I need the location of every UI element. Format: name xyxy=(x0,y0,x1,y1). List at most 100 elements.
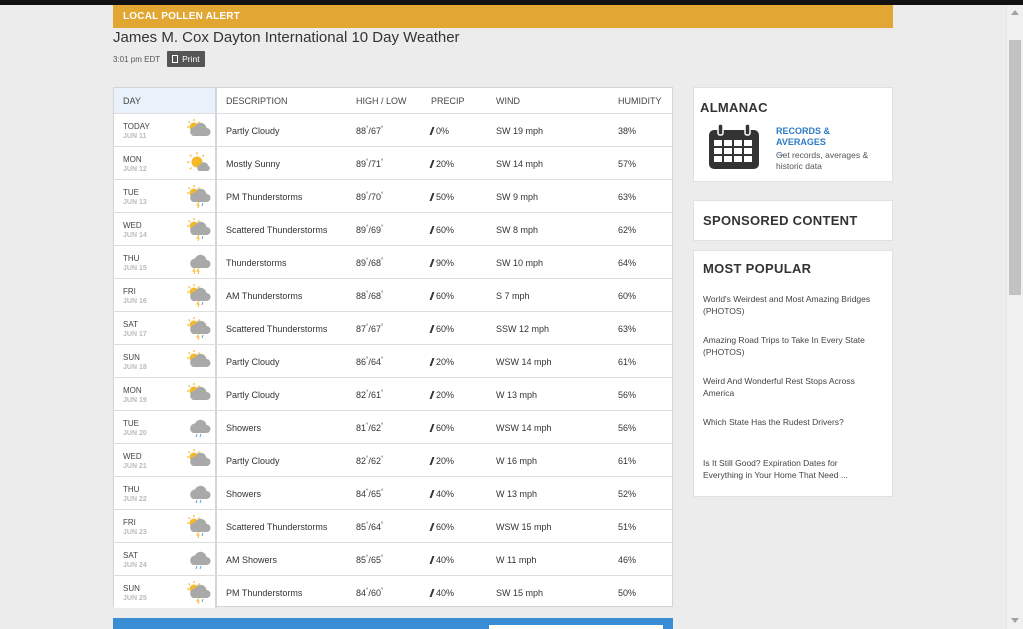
day-cell: MON JUN 19 xyxy=(114,378,217,410)
table-row[interactable]: TUE JUN 13 PM Thunderstorms 89°/70° 50% SW 9 … xyxy=(114,180,672,213)
day-cell: FRI JUN 23 xyxy=(114,510,217,542)
precip-value: 60% xyxy=(436,324,455,334)
pollen-alert-banner[interactable]: LOCAL POLLEN ALERT xyxy=(113,5,893,28)
description-cell: Partly Cloudy xyxy=(226,390,280,400)
high-temp: 84 xyxy=(356,489,367,499)
degree-mark: ° xyxy=(380,126,384,132)
table-row[interactable]: SUN JUN 25 PM Thunderstorms 84°/60° 40% SW 15… xyxy=(114,576,672,609)
bottom-banner xyxy=(113,618,673,629)
table-row[interactable]: FRI JUN 23 Scattered Thunderstorms 85°/64° 6… xyxy=(114,510,672,543)
degree-mark: ° xyxy=(366,291,369,297)
humidity-cell: 60% xyxy=(618,291,637,301)
popular-item[interactable]: Weird And Wonderful Rest Stops Across Am… xyxy=(703,375,873,399)
day-cell: WED JUN 21 xyxy=(114,444,217,476)
precip-value: 60% xyxy=(436,423,455,433)
scroll-down-arrow-icon[interactable] xyxy=(1011,618,1019,623)
wind-cell: SW 8 mph xyxy=(496,225,539,235)
table-row[interactable]: THU JUN 15 Thunderstorms 89°/68° 90% SW 10 mp… xyxy=(114,246,672,279)
low-temp: 68 xyxy=(370,291,381,301)
table-row[interactable]: SUN JUN 18 Partly Cloudy 86°/64° 20% WSW 14 m… xyxy=(114,345,672,378)
day-name: THU xyxy=(123,485,140,494)
precip-value: 40% xyxy=(436,588,455,598)
high-low-cell: 89°/71° xyxy=(356,159,384,169)
day-date: JUN 21 xyxy=(123,463,147,470)
popular-item[interactable]: Is It Still Good? Expiration Dates for E… xyxy=(703,457,873,481)
precip-value: 50% xyxy=(436,192,455,202)
table-row[interactable]: MON JUN 19 Partly Cloudy 82°/61° 20% W 13 mph… xyxy=(114,378,672,411)
table-row[interactable]: SAT JUN 17 Scattered Thunderstorms 87°/67° 6… xyxy=(114,312,672,345)
high-temp: 84 xyxy=(356,588,367,598)
high-temp: 81 xyxy=(356,423,367,433)
raindrop-icon xyxy=(429,325,435,333)
high-low-cell: 85°/65° xyxy=(356,555,384,565)
wind-cell: S 7 mph xyxy=(496,291,530,301)
wind-cell: WSW 14 mph xyxy=(496,423,552,433)
day-name: MON xyxy=(123,155,142,164)
day-date: JUN 18 xyxy=(123,364,147,371)
precip-cell: 20% xyxy=(429,456,454,466)
low-temp: 70 xyxy=(370,192,381,202)
description-cell: AM Showers xyxy=(226,555,278,565)
popular-item[interactable]: Which State Has the Rudest Drivers? xyxy=(703,416,873,428)
wind-cell: WSW 15 mph xyxy=(496,522,552,532)
wind-cell: W 13 mph xyxy=(496,390,538,400)
day-date: JUN 25 xyxy=(123,595,147,602)
table-row[interactable]: TODAY JUN 11 Partly Cloudy 88°/67° 0% SW 19 m… xyxy=(114,114,672,147)
day-name: SUN xyxy=(123,584,140,593)
description-cell: Scattered Thunderstorms xyxy=(226,324,328,334)
high-low-cell: 85°/64° xyxy=(356,522,384,532)
degree-mark: ° xyxy=(366,588,369,594)
low-temp: 62 xyxy=(370,456,381,466)
day-cell: SUN JUN 18 xyxy=(114,345,217,377)
high-temp: 85 xyxy=(356,522,367,532)
day-name: SUN xyxy=(123,353,140,362)
low-temp: 64 xyxy=(370,357,381,367)
table-row[interactable]: SAT JUN 24 AM Showers 85°/65° 40% W 11 mph 46% xyxy=(114,543,672,576)
degree-mark: ° xyxy=(380,555,384,561)
precip-cell: 60% xyxy=(429,324,455,334)
header-day: DAY xyxy=(114,88,217,113)
popular-item[interactable]: Amazing Road Trips to Take In Every Stat… xyxy=(703,334,873,358)
day-date: JUN 13 xyxy=(123,199,147,206)
table-row[interactable]: MON JUN 12 Mostly Sunny 89°/71° 20% SW 14 mph… xyxy=(114,147,672,180)
table-row[interactable]: FRI JUN 16 AM Thunderstorms 88°/68° 60% S 7 m… xyxy=(114,279,672,312)
day-cell: THU JUN 22 xyxy=(114,477,217,509)
description-cell: Showers xyxy=(226,423,262,433)
scroll-up-arrow-icon[interactable] xyxy=(1011,10,1019,15)
day-cell: MON JUN 12 xyxy=(114,147,217,179)
high-low-cell: 82°/62° xyxy=(356,456,384,466)
degree-mark: ° xyxy=(366,423,369,429)
day-name: TODAY xyxy=(123,122,150,131)
popular-item[interactable]: World's Weirdest and Most Amazing Bridge… xyxy=(703,293,873,317)
table-row[interactable]: WED JUN 21 Partly Cloudy 82°/62° 20% W 16 mph… xyxy=(114,444,672,477)
high-temp: 89 xyxy=(356,159,367,169)
wind-cell: SSW 12 mph xyxy=(496,324,550,334)
partly-cloudy-icon xyxy=(186,118,212,142)
timestamp: 3:01 pm EDT xyxy=(113,54,161,64)
raindrop-icon xyxy=(429,556,435,564)
table-row[interactable]: WED JUN 14 Scattered Thunderstorms 89°/69° 6… xyxy=(114,213,672,246)
precip-cell: 20% xyxy=(429,357,454,367)
precip-cell: 60% xyxy=(429,522,454,532)
wind-cell: WSW 14 mph xyxy=(496,357,552,367)
scrollbar[interactable] xyxy=(1006,5,1023,629)
low-temp: 60 xyxy=(370,588,381,598)
degree-mark: ° xyxy=(380,159,384,165)
description-cell: Partly Cloudy xyxy=(226,456,280,466)
precip-cell: 60% xyxy=(429,225,454,235)
day-cell: TUE JUN 20 xyxy=(114,411,217,443)
scroll-thumb[interactable] xyxy=(1009,40,1021,295)
table-row[interactable]: TUE JUN 20 Showers 81°/62° 60% WSW 14 mph 56% xyxy=(114,411,672,444)
print-button[interactable]: Print xyxy=(167,51,205,67)
raindrop-icon xyxy=(429,424,435,432)
precip-cell: 0% xyxy=(429,126,449,136)
wind-cell: W 16 mph xyxy=(496,456,538,466)
low-temp: 61 xyxy=(370,390,381,400)
header-precip: PRECIP xyxy=(431,96,465,106)
table-row[interactable]: THU JUN 22 Showers 84°/65° 40% W 13 mph 52% xyxy=(114,477,672,510)
day-name: FRI xyxy=(123,518,136,527)
humidity-cell: 61% xyxy=(618,456,637,466)
pm-thunderstorms-icon xyxy=(186,184,212,209)
mostly-sunny-icon xyxy=(186,151,212,175)
day-name: WED xyxy=(123,452,142,461)
